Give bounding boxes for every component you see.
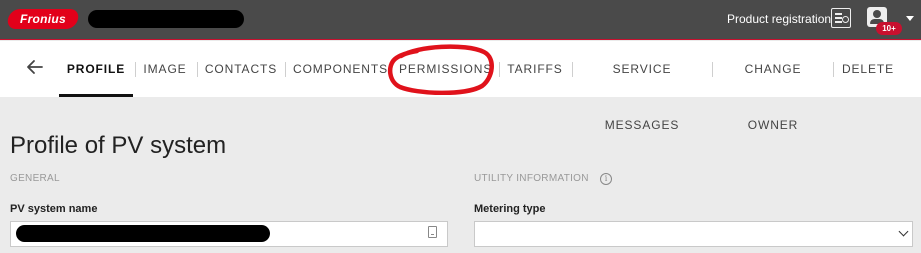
general-section-label: GENERAL [10, 173, 60, 184]
utility-section-label: UTILITY INFORMATION [474, 173, 589, 184]
fronius-logo[interactable]: Fronius [5, 9, 81, 29]
info-icon[interactable]: i [600, 173, 612, 185]
contact-card-icon [428, 226, 437, 238]
redacted-pv-system-name [16, 225, 270, 242]
tab-delete[interactable]: DELETE [841, 41, 895, 97]
tab-divider [499, 62, 500, 77]
tab-divider [197, 62, 198, 77]
tab-contacts[interactable]: CONTACTS [204, 41, 278, 97]
registration-card-icon[interactable] [831, 8, 851, 28]
active-tab-indicator [59, 94, 133, 97]
tab-divider [712, 62, 713, 77]
tab-divider [285, 62, 286, 77]
product-registration-link[interactable]: Product registration [727, 12, 831, 26]
metering-type-select[interactable] [474, 221, 913, 247]
logo-text: Fronius [19, 12, 67, 26]
redacted-system-name [88, 10, 244, 28]
red-circle-annotation [387, 44, 494, 95]
tab-components[interactable]: COMPONENTS [293, 41, 387, 97]
tab-divider [572, 62, 573, 77]
notification-badge: 10+ [876, 22, 902, 35]
metering-type-label: Metering type [474, 203, 546, 215]
tab-image[interactable]: IMAGE [139, 41, 191, 97]
tab-divider [135, 62, 136, 77]
tab-change-owner[interactable]: CHANGE OWNER [720, 41, 826, 132]
pv-system-name-label: PV system name [10, 203, 98, 215]
account-menu-caret-icon[interactable] [906, 16, 914, 21]
back-arrow-icon[interactable] [24, 56, 46, 78]
top-header: Fronius Product registration 10+ [0, 0, 921, 40]
tab-profile[interactable]: PROFILE [59, 41, 133, 97]
page-title: Profile of PV system [10, 132, 227, 159]
tab-service-messages[interactable]: SERVICE MESSAGES [580, 41, 704, 132]
tab-tariffs[interactable]: TARIFFS [505, 41, 565, 97]
tab-divider [833, 62, 834, 77]
